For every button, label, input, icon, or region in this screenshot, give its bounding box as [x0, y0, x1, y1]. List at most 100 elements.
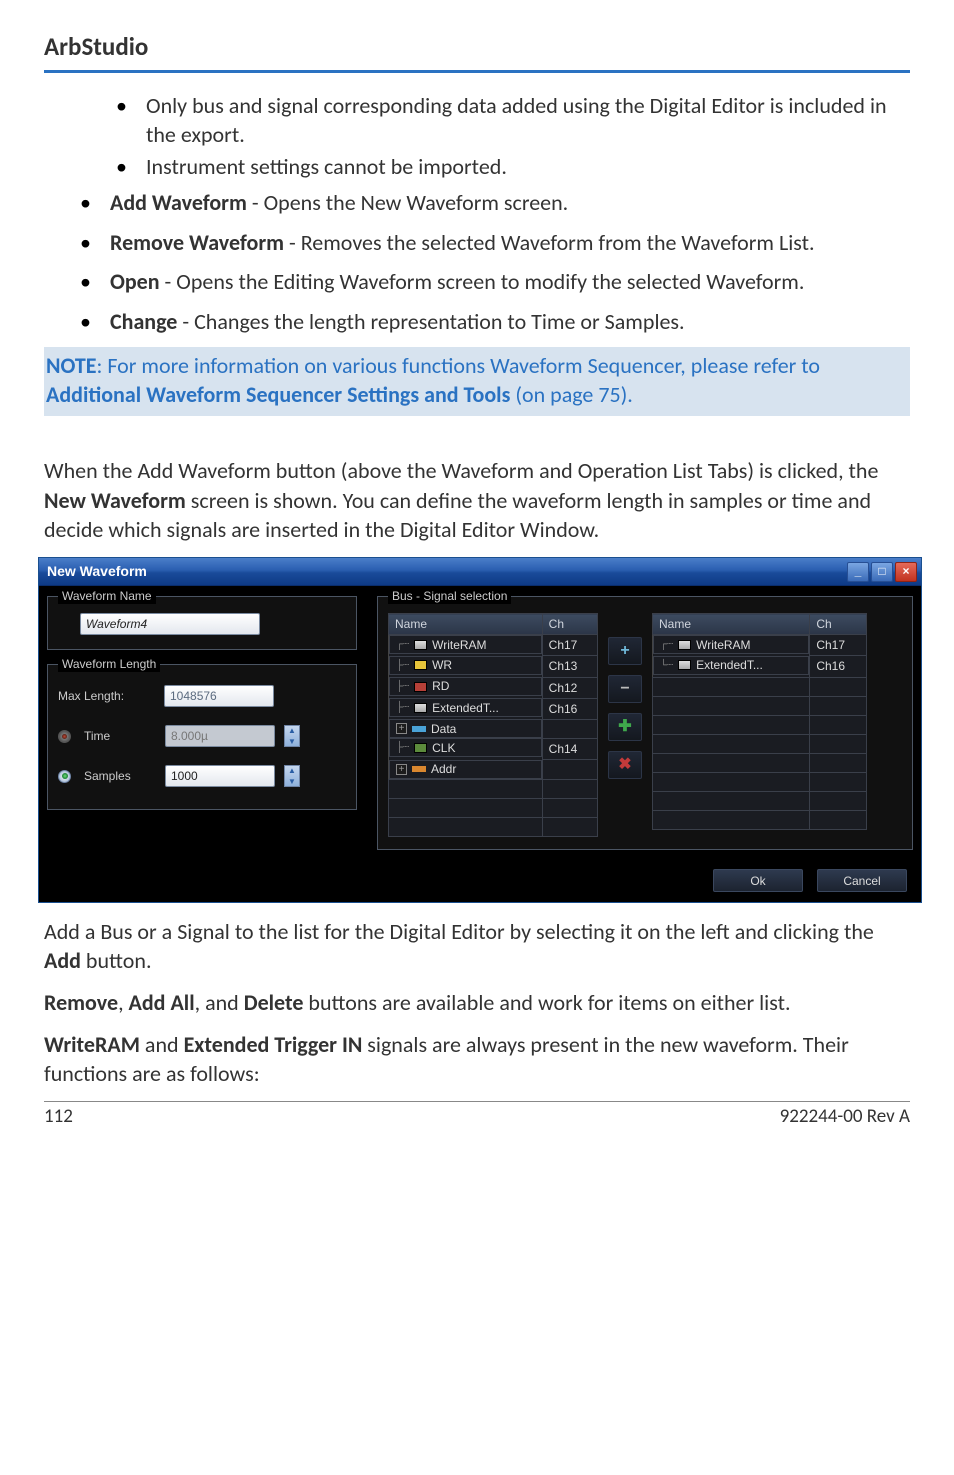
waveform-length-legend: Waveform Length — [58, 656, 160, 672]
para1-bold: New Waveform — [44, 487, 186, 514]
para1-a: When the Add Waveform button (above the … — [44, 457, 878, 484]
p3b2: Add All — [129, 989, 195, 1016]
footer-left: 112 — [44, 1104, 73, 1130]
inner-bullets: Only bus and signal corresponding data a… — [116, 91, 910, 182]
cell: WR — [432, 657, 452, 673]
row-icon — [414, 640, 427, 650]
samples-stepper[interactable]: ▲▼ — [284, 765, 300, 787]
src-row-empty — [389, 798, 598, 817]
expand-icon[interactable]: + — [396, 723, 407, 734]
source-grid[interactable]: Name Ch ┌┈WriteRAMCh17 ├┈WRCh13 ├┈RDCh12… — [388, 613, 598, 837]
max-length-row: Max Length: — [58, 685, 346, 707]
time-input — [165, 725, 275, 747]
dialog-footer: Ok Cancel — [39, 860, 921, 902]
page-title: ArbStudio — [44, 30, 910, 64]
cancel-button[interactable]: Cancel — [817, 869, 907, 892]
cell: Ch16 — [810, 656, 867, 677]
cell: WriteRAM — [696, 637, 750, 653]
src-row-writeram[interactable]: ┌┈WriteRAMCh17 — [389, 635, 598, 656]
cell: Ch16 — [542, 698, 597, 719]
para2-bold: Add — [44, 947, 81, 974]
waveform-name-input[interactable] — [80, 613, 260, 635]
tgt-row-empty — [653, 772, 867, 791]
cell: RD — [432, 678, 449, 694]
bold: Remove Waveform — [110, 229, 284, 256]
src-row-empty — [389, 817, 598, 836]
new-waveform-dialog-wrap: New Waveform _ □ × Waveform Name Wavefor… — [38, 557, 910, 903]
bold: Add Waveform — [110, 189, 247, 216]
text: - Changes the length representation to T… — [177, 308, 684, 335]
note-box: NOTE: For more information on various fu… — [44, 347, 910, 416]
cell — [542, 760, 597, 780]
col-ch[interactable]: Ch — [810, 614, 867, 635]
samples-radio[interactable] — [58, 770, 71, 783]
bus-icon — [412, 726, 426, 732]
outer-bullet-change: Change - Changes the length representati… — [80, 307, 910, 337]
bus-fieldset: Bus - Signal selection Name Ch ┌┈WriteRA… — [377, 596, 913, 850]
note-body2: (on page 75). — [510, 381, 633, 408]
right-column: Bus - Signal selection Name Ch ┌┈WriteRA… — [377, 596, 913, 850]
delete-button[interactable]: ✖ — [608, 751, 642, 779]
tgt-row-extended[interactable]: └┈ExtendedT...Ch16 — [653, 656, 867, 677]
col-ch[interactable]: Ch — [542, 614, 597, 635]
samples-input[interactable] — [165, 765, 275, 787]
samples-label: Samples — [84, 768, 156, 784]
col-name[interactable]: Name — [389, 614, 543, 635]
src-row-wr[interactable]: ├┈WRCh13 — [389, 656, 598, 677]
time-stepper: ▲▼ — [284, 725, 300, 747]
bold: Change — [110, 308, 177, 335]
cell: Ch17 — [542, 635, 597, 656]
p3t2: , and — [195, 989, 244, 1016]
para2-b: button. — [81, 947, 152, 974]
text: - Removes the selected Waveform from the… — [284, 229, 814, 256]
row-icon — [414, 660, 427, 670]
src-row-rd[interactable]: ├┈RDCh12 — [389, 677, 598, 698]
cell — [542, 719, 597, 738]
samples-row: Samples ▲▼ — [58, 765, 346, 787]
note-bold: Additional Waveform Sequencer Settings a… — [46, 381, 510, 408]
left-column: Waveform Name Waveform Length Max Length… — [47, 596, 357, 850]
control-column: + − ✚ ✖ — [608, 637, 642, 779]
p3t3: buttons are available and work for items… — [303, 989, 790, 1016]
src-row-clk[interactable]: ├┈CLKCh14 — [389, 738, 598, 759]
p3t1: , — [118, 989, 128, 1016]
tgt-row-empty — [653, 715, 867, 734]
note-body1: : For more information on various functi… — [97, 352, 821, 379]
ok-button[interactable]: Ok — [713, 869, 803, 892]
src-row-extended[interactable]: ├┈ExtendedT...Ch16 — [389, 698, 598, 719]
cell: Ch13 — [542, 656, 597, 677]
titlebar[interactable]: New Waveform _ □ × — [39, 558, 921, 586]
row-icon — [414, 682, 427, 692]
cell: Ch17 — [810, 635, 867, 656]
col-name[interactable]: Name — [653, 614, 810, 635]
expand-icon[interactable]: + — [396, 764, 407, 775]
tgt-row-empty — [653, 810, 867, 829]
add-all-button[interactable]: ✚ — [608, 713, 642, 741]
time-radio[interactable] — [58, 730, 71, 743]
src-row-data[interactable]: +Data — [389, 719, 598, 738]
outer-bullet-open: Open - Opens the Editing Waveform screen… — [80, 267, 910, 297]
para-1: When the Add Waveform button (above the … — [44, 456, 910, 545]
tgt-row-empty — [653, 734, 867, 753]
cell: Ch12 — [542, 677, 597, 698]
max-length-input[interactable] — [164, 685, 274, 707]
row-icon — [414, 703, 427, 713]
waveform-length-fieldset: Waveform Length Max Length: Time ▲▼ Samp… — [47, 664, 357, 810]
cell: ExtendedT... — [432, 700, 499, 716]
tgt-row-empty — [653, 696, 867, 715]
text: - Opens the New Waveform screen. — [247, 189, 568, 216]
src-row-empty — [389, 779, 598, 798]
add-button[interactable]: + — [608, 637, 642, 665]
text: - Opens the Editing Waveform screen to m… — [160, 268, 805, 295]
maximize-button[interactable]: □ — [871, 562, 893, 582]
minimize-button[interactable]: _ — [847, 562, 869, 582]
window-buttons: _ □ × — [847, 562, 917, 582]
bus-legend: Bus - Signal selection — [388, 588, 511, 604]
tgt-row-writeram[interactable]: ┌┈WriteRAMCh17 — [653, 635, 867, 656]
row-icon — [678, 640, 691, 650]
src-row-addr[interactable]: +Addr — [389, 760, 598, 780]
cell: WriteRAM — [432, 637, 486, 653]
target-grid[interactable]: Name Ch ┌┈WriteRAMCh17 └┈ExtendedT...Ch1… — [652, 613, 867, 830]
remove-button[interactable]: − — [608, 675, 642, 703]
close-button[interactable]: × — [895, 562, 917, 582]
